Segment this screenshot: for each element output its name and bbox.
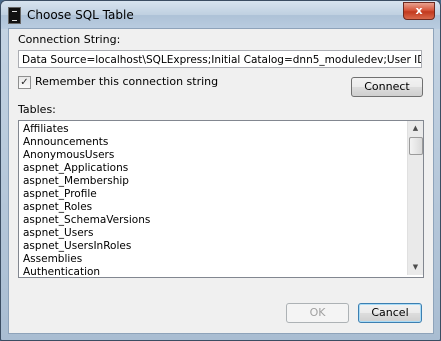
list-item[interactable]: AnonymousUsers: [23, 149, 150, 162]
list-item[interactable]: Affiliates: [23, 123, 150, 136]
connection-string-input[interactable]: Data Source=localhost\SQLExpress;Initial…: [18, 50, 422, 68]
tables-list: Affiliates Announcements AnonymousUsers asp…: [23, 123, 150, 277]
list-item[interactable]: Assemblies: [23, 253, 150, 266]
list-item[interactable]: aspnet_SchemaVersions: [23, 214, 150, 227]
remember-checkbox[interactable]: ✓: [18, 76, 31, 89]
connection-string-label: Connection String:: [18, 33, 121, 46]
scroll-up-icon[interactable]: ▲: [408, 122, 423, 135]
tables-listbox[interactable]: Affiliates Announcements AnonymousUsers asp…: [18, 120, 424, 278]
tables-label: Tables:: [18, 103, 56, 116]
scroll-down-icon[interactable]: ▼: [408, 261, 423, 274]
app-icon: [8, 7, 21, 24]
list-item[interactable]: aspnet_Profile: [23, 188, 150, 201]
connect-button[interactable]: Connect: [351, 77, 423, 97]
close-button[interactable]: x: [403, 2, 435, 20]
list-item[interactable]: aspnet_Membership: [23, 175, 150, 188]
list-item[interactable]: Announcements: [23, 136, 150, 149]
ok-button[interactable]: OK: [286, 303, 349, 323]
close-icon: x: [415, 4, 423, 17]
dialog-window: Choose SQL Table x Connection String: Da…: [0, 0, 441, 341]
cancel-button[interactable]: Cancel: [358, 303, 422, 323]
title-bar[interactable]: Choose SQL Table x: [1, 1, 440, 29]
remember-label[interactable]: Remember this connection string: [35, 75, 218, 88]
list-item[interactable]: aspnet_Applications: [23, 162, 150, 175]
list-item[interactable]: aspnet_Users: [23, 227, 150, 240]
dialog-body: Connection String: Data Source=localhost…: [8, 28, 434, 334]
list-item[interactable]: aspnet_UsersInRoles: [23, 240, 150, 253]
scroll-thumb[interactable]: [409, 137, 423, 155]
vertical-scrollbar[interactable]: ▲ ▼: [407, 121, 423, 275]
list-item[interactable]: aspnet_Roles: [23, 201, 150, 214]
window-title: Choose SQL Table: [27, 8, 134, 22]
list-item[interactable]: Authentication: [23, 266, 150, 277]
